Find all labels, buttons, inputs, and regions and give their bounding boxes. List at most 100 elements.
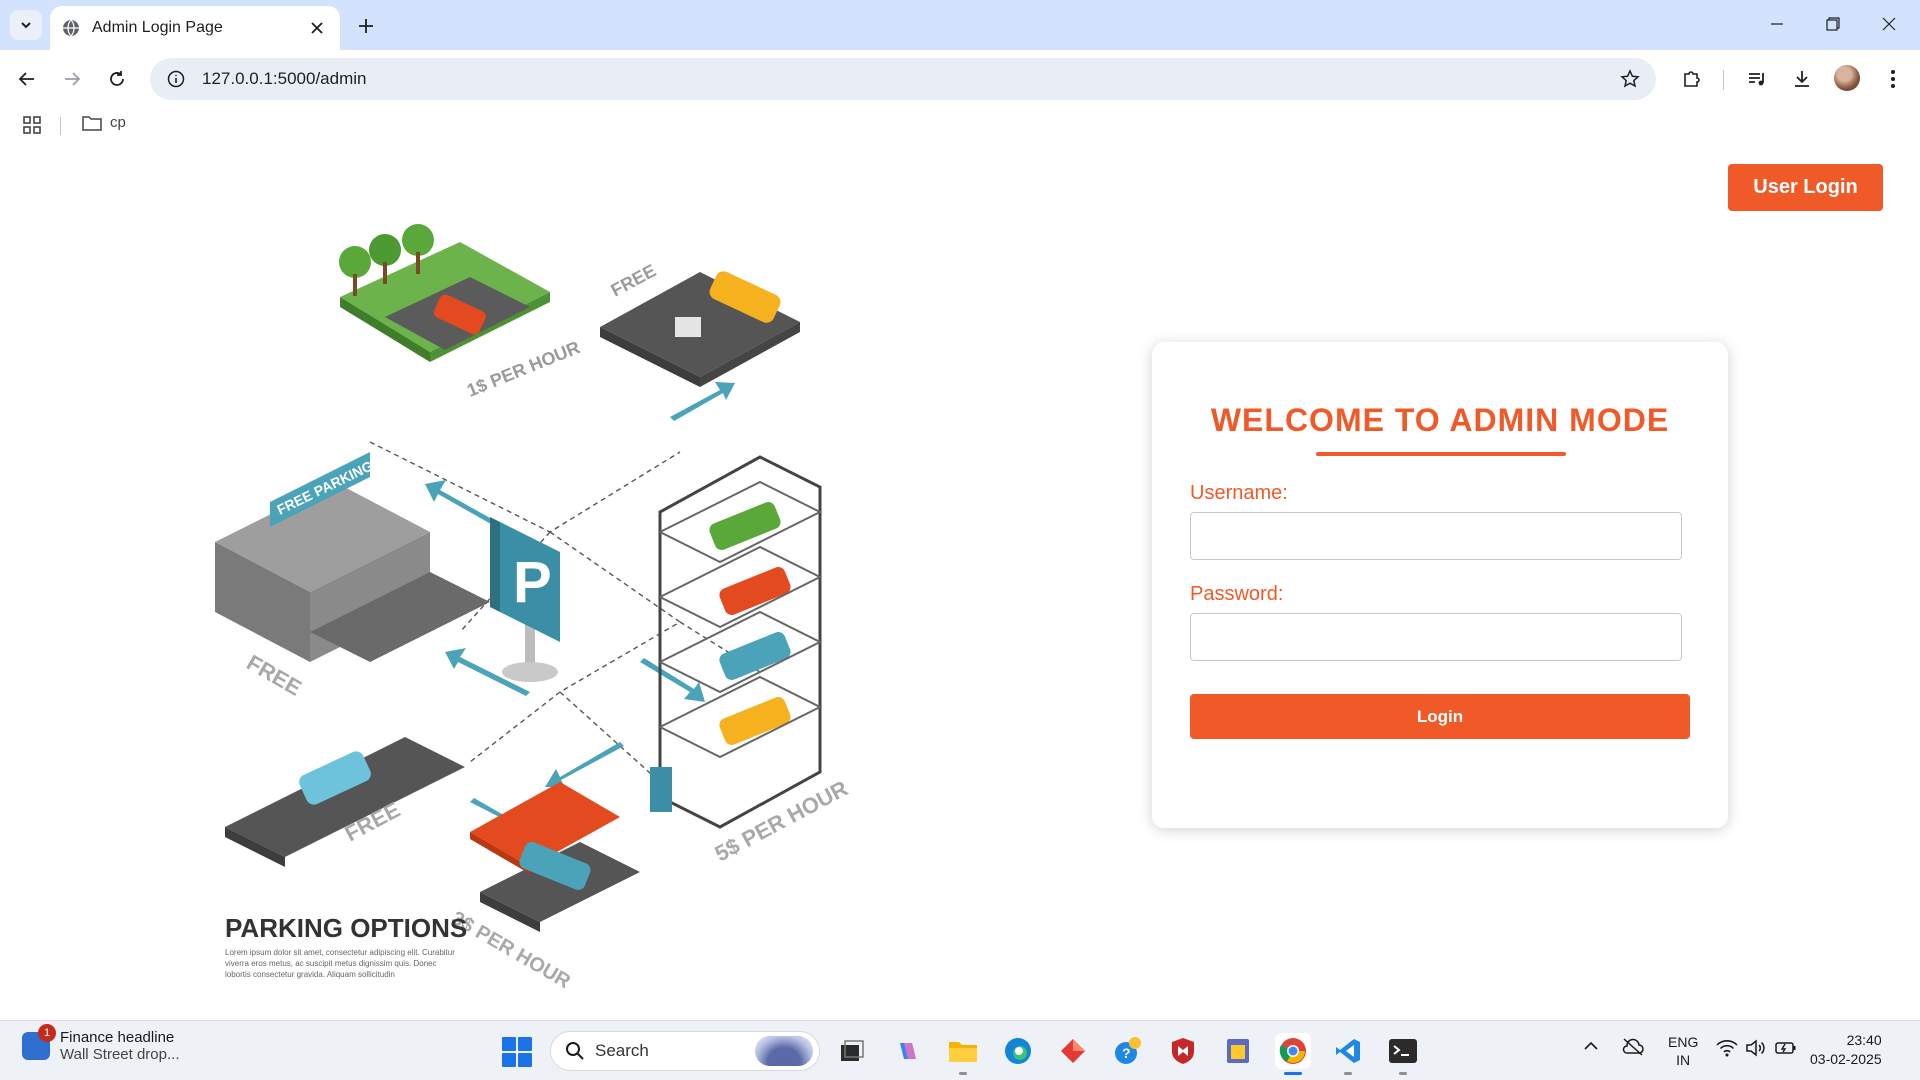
network-status[interactable] xyxy=(1716,1039,1738,1060)
arrow-left-icon xyxy=(18,72,34,86)
tab-close-icon[interactable] xyxy=(306,17,328,39)
bookmark-star-icon[interactable] xyxy=(1618,67,1642,91)
clock-date: 03-02-2025 xyxy=(1810,1051,1882,1067)
help-app[interactable]: ? xyxy=(1110,1033,1146,1069)
browser-tab-strip: Admin Login Page xyxy=(0,0,1920,50)
start-button[interactable] xyxy=(502,1037,532,1067)
forward-button[interactable] xyxy=(57,64,87,94)
active-tab[interactable]: Admin Login Page xyxy=(50,6,340,50)
cloud-off-icon xyxy=(1622,1038,1644,1056)
search-highlight-image xyxy=(755,1036,813,1066)
language-code: ENG xyxy=(1668,1034,1699,1050)
reload-icon xyxy=(110,71,124,86)
folder-icon xyxy=(82,115,102,131)
parking-options-illustration: 1$ PER HOUR FREE P FREE PARKING FREE FRE… xyxy=(215,224,852,993)
url-text[interactable]: 127.0.0.1:5000/admin xyxy=(202,69,1618,89)
search-icon xyxy=(566,1042,584,1060)
chevron-up-icon xyxy=(1584,1041,1598,1050)
app-red-diamond[interactable] xyxy=(1055,1033,1091,1069)
volume-control[interactable] xyxy=(1745,1039,1767,1060)
shield-icon xyxy=(1172,1038,1194,1064)
illustration-heading: PARKING OPTIONS xyxy=(225,913,467,943)
minimize-icon xyxy=(1771,23,1783,25)
news-title: Finance headline xyxy=(60,1029,175,1046)
clock-time: 23:40 xyxy=(1846,1032,1882,1048)
battery-status[interactable] xyxy=(1774,1039,1798,1060)
downloads-button[interactable] xyxy=(1787,64,1817,94)
download-icon xyxy=(1795,71,1809,87)
back-button[interactable] xyxy=(12,64,42,94)
notebook-icon xyxy=(1227,1039,1249,1063)
minimize-button[interactable] xyxy=(1750,0,1804,48)
news-icon: 1 xyxy=(22,1024,56,1060)
file-explorer-app[interactable] xyxy=(945,1033,981,1075)
copilot-app[interactable] xyxy=(890,1033,926,1069)
task-view-icon xyxy=(841,1040,864,1061)
bookmark-folder-cp[interactable]: cp xyxy=(82,114,126,131)
chrome-app[interactable] xyxy=(1275,1033,1311,1075)
more-vertical-icon xyxy=(1891,70,1895,88)
diamond-icon xyxy=(1061,1039,1085,1063)
toolbar-divider xyxy=(1723,70,1724,90)
battery-charging-icon xyxy=(1775,1042,1796,1054)
chrome-icon xyxy=(1279,1038,1306,1064)
arrow-right-icon xyxy=(65,72,81,86)
search-placeholder: Search xyxy=(595,1041,649,1060)
keyboard-region: IN xyxy=(1676,1052,1691,1068)
chrome-menu-button[interactable] xyxy=(1878,64,1908,94)
app-notebook[interactable] xyxy=(1220,1033,1256,1069)
edge-icon xyxy=(1005,1038,1031,1064)
address-bar[interactable]: 127.0.0.1:5000/admin xyxy=(150,58,1656,100)
user-login-button[interactable]: User Login xyxy=(1728,164,1883,211)
bookmarks-divider xyxy=(60,117,61,135)
new-tab-button[interactable] xyxy=(352,12,380,40)
playlist-icon xyxy=(1749,73,1764,86)
page-title: WELCOME TO ADMIN MODE xyxy=(1210,402,1670,438)
title-underline xyxy=(1316,452,1566,456)
tag-1-per-hour: 1$ PER HOUR xyxy=(464,337,583,401)
site-info-icon[interactable] xyxy=(164,67,188,91)
windows-taskbar: 1 Finance headline Wall Street drop... S… xyxy=(0,1020,1920,1080)
reload-button[interactable] xyxy=(102,64,132,94)
bookmarks-bar: cp xyxy=(0,108,1920,142)
restore-icon xyxy=(1826,17,1840,31)
tag-free-garage: FREE xyxy=(243,650,306,701)
task-view-button[interactable] xyxy=(834,1033,870,1069)
news-widget[interactable]: 1 Finance headline Wall Street drop... xyxy=(22,1024,180,1063)
news-badge: 1 xyxy=(38,1024,56,1042)
password-label: Password: xyxy=(1190,583,1284,605)
page-content: User Login 1$ PER HOUR FREE P FREE PARKI… xyxy=(0,142,1920,1020)
news-subtitle: Wall Street drop... xyxy=(60,1046,180,1063)
close-icon xyxy=(1882,17,1896,31)
tab-title: Admin Login Page xyxy=(92,19,223,36)
chevron-down-icon xyxy=(21,22,31,29)
language-indicator[interactable]: ENG IN xyxy=(1668,1033,1698,1069)
apps-grid-icon[interactable] xyxy=(22,115,42,135)
svg-text:?: ? xyxy=(1122,1045,1131,1061)
globe-icon xyxy=(63,19,79,37)
wifi-icon xyxy=(1716,1040,1738,1057)
illustration-body: Lorem ipsum dolor sit amet, consectetur … xyxy=(225,948,455,979)
windows-logo-icon xyxy=(502,1037,516,1051)
extensions-button[interactable] xyxy=(1677,64,1707,94)
onedrive-status[interactable] xyxy=(1621,1037,1645,1060)
vscode-icon xyxy=(1336,1039,1360,1063)
vscode-app[interactable] xyxy=(1330,1033,1366,1075)
close-window-button[interactable] xyxy=(1862,0,1916,48)
mcafee-app[interactable] xyxy=(1165,1033,1201,1069)
show-hidden-icons-button[interactable] xyxy=(1583,1039,1599,1056)
password-input[interactable] xyxy=(1190,613,1682,661)
login-button[interactable]: Login xyxy=(1190,694,1690,739)
browser-toolbar: 127.0.0.1:5000/admin xyxy=(0,50,1920,108)
plus-icon xyxy=(359,19,373,33)
taskbar-search[interactable]: Search xyxy=(550,1031,820,1071)
username-input[interactable] xyxy=(1190,512,1682,560)
tag-free-top: FREE xyxy=(607,260,659,300)
profile-avatar[interactable] xyxy=(1834,65,1860,91)
terminal-app[interactable] xyxy=(1385,1033,1421,1075)
media-controls-button[interactable] xyxy=(1742,64,1772,94)
restore-button[interactable] xyxy=(1806,0,1860,48)
system-clock[interactable]: 23:40 03-02-2025 xyxy=(1810,1031,1882,1069)
edge-app[interactable] xyxy=(1000,1033,1036,1069)
tab-search-button[interactable] xyxy=(10,10,42,40)
